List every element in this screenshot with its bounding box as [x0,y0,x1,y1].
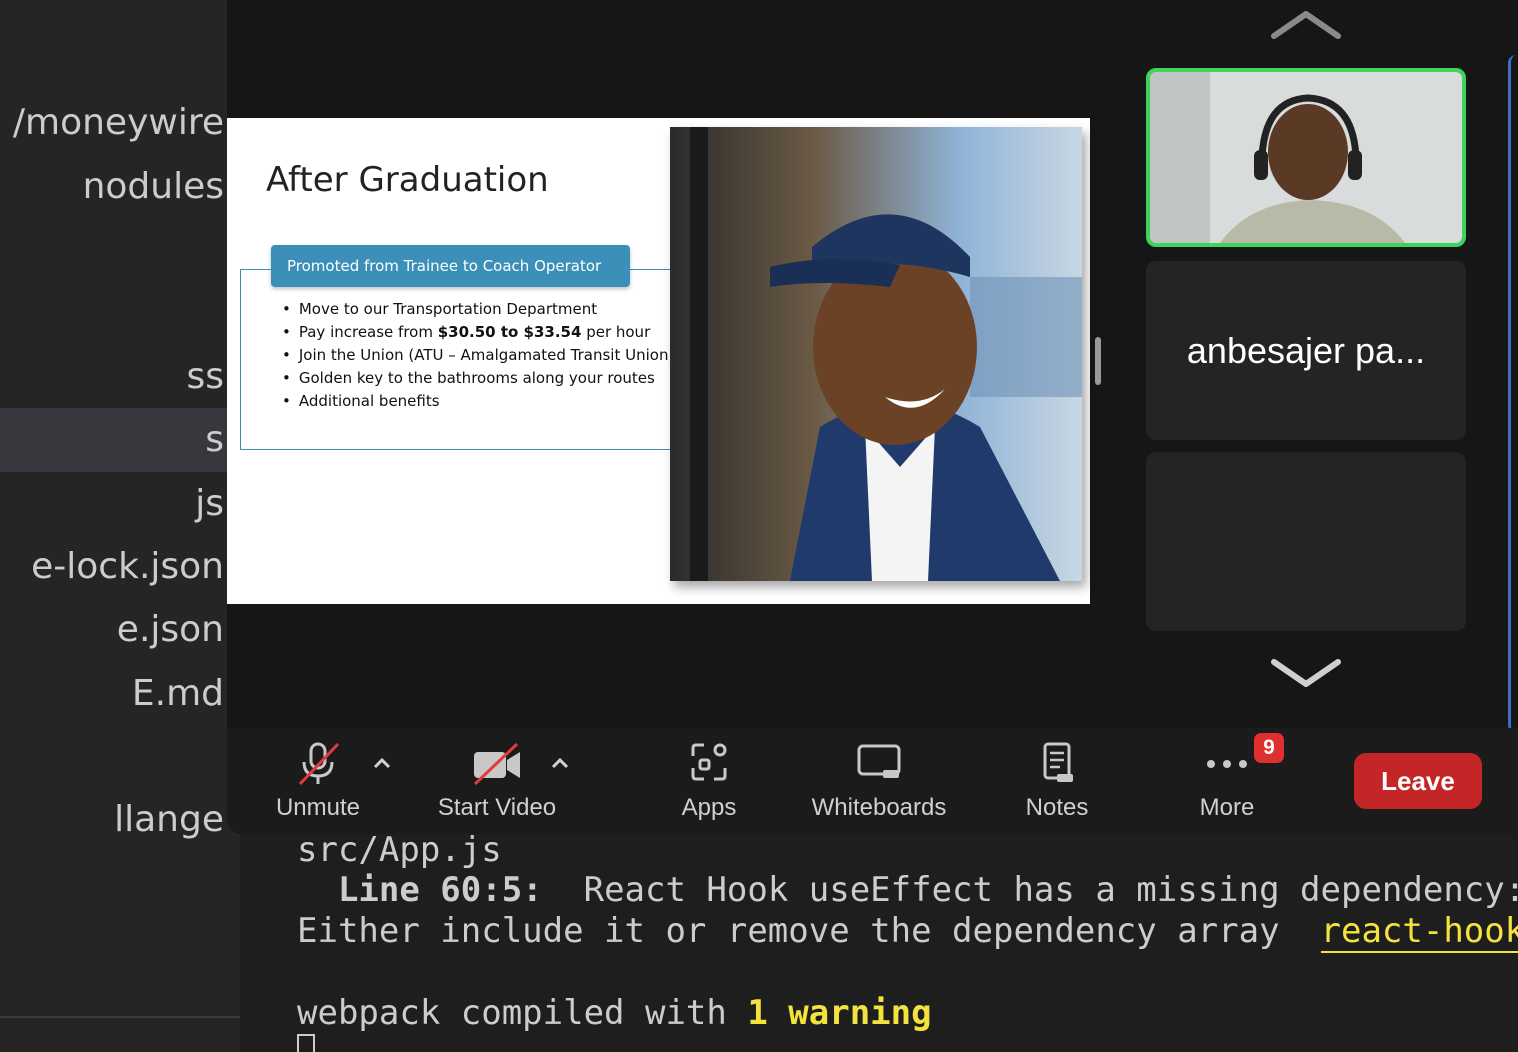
apps-label: Apps [681,794,737,821]
unmute-label: Unmute [275,794,361,821]
meeting-toolbar: Unmute Start Video Apps Whiteboards Note… [227,728,1518,834]
slide-bullet: Additional benefits [282,390,674,413]
microphone-muted-icon [298,742,340,786]
more-label: More [1199,794,1255,821]
slide-bullet: Join the Union (ATU – Amalgamated Transi… [282,344,674,367]
whiteboards-label: Whiteboards [811,794,947,821]
terminal-compiled-prefix: webpack compiled with [297,993,748,1033]
explorer-file-label: ss [186,356,224,397]
terminal-either-text: Either include it or remove the dependen… [297,911,1321,951]
participant-tile-empty[interactable] [1146,452,1466,631]
more-dots-icon [1207,760,1247,768]
explorer-file-label: s [205,419,224,460]
participant-video-feed [1150,72,1462,243]
terminal-file-line: src/App.js [297,830,502,870]
video-camera-off-icon [473,742,520,786]
apps-button[interactable]: Apps [659,728,759,834]
explorer-file-label: e.json [116,609,224,650]
chevron-up-icon[interactable] [1270,8,1342,42]
terminal-line-ref: Line 60:5: [337,870,543,910]
explorer-file-label: e-lock.json [31,546,224,587]
explorer-file-item[interactable]: /moneywire [0,91,240,155]
slide-bullet-list: Move to our Transportation Department Pa… [282,298,674,413]
notes-button[interactable]: Notes [1007,728,1107,834]
whiteboard-icon [857,744,901,778]
zoom-meeting-window: After Graduation Promoted from Trainee t… [227,0,1518,834]
slide-bullet: Move to our Transportation Department [282,298,674,321]
explorer-file-label: /moneywire [12,102,224,143]
terminal-cursor [297,1028,315,1052]
slide-photo-smiling-driver [670,127,1082,581]
start-video-button[interactable]: Start Video [427,728,567,834]
explorer-file-item[interactable]: E.md [0,662,240,726]
video-options-chevron-up-icon[interactable] [550,754,570,774]
explorer-file-item[interactable]: nodules [0,155,240,219]
unmute-button[interactable]: Unmute [263,728,373,834]
terminal-rule-link[interactable]: react-hooks [1320,911,1518,953]
explorer-file-item[interactable]: e-lock.json [0,535,240,599]
whiteboards-button[interactable]: Whiteboards [804,728,954,834]
audio-options-chevron-up-icon[interactable] [372,754,392,774]
file-explorer-sidebar: /moneywire nodules ss s js e-lock.json e.json E… [0,0,240,1052]
terminal-compiled-line: webpack compiled with 1 warning [297,993,932,1033]
participant-tile-name[interactable]: anbesajer pa... [1146,261,1466,440]
explorer-file-item[interactable]: s [0,408,240,472]
participant-name: anbesajer pa... [1186,329,1426,371]
explorer-file-label: E.md [131,673,224,714]
split-view-drag-handle[interactable] [1095,337,1101,385]
start-video-label: Start Video [437,794,557,821]
explorer-file-item[interactable]: llange [0,788,240,852]
explorer-file-label: js [195,483,224,524]
explorer-file-item[interactable]: ss [0,345,240,409]
explorer-file-label: llange [114,799,224,840]
shared-slide: After Graduation Promoted from Trainee t… [227,118,1090,604]
window-edge-highlight [1508,55,1518,733]
notes-label: Notes [1025,794,1089,821]
terminal-warning-text: React Hook useEffect has a missing depen… [542,870,1518,910]
terminal-either-line: Either include it or remove the dependen… [297,911,1518,953]
terminal-compiled-warn: 1 warning [747,993,932,1033]
participant-tile-video[interactable] [1146,68,1466,247]
apps-icon [691,743,727,781]
chevron-down-icon[interactable] [1270,656,1342,690]
notes-icon [1043,742,1073,782]
terminal-warning-line: Line 60:5: React Hook useEffect has a mi… [297,870,1518,910]
leave-meeting-button[interactable]: Leave [1354,753,1482,809]
slide-title: After Graduation [266,160,549,200]
explorer-file-item[interactable]: e.json [0,598,240,662]
terminal-panel[interactable]: src/App.js Line 60:5: React Hook useEffe… [240,830,1518,1052]
explorer-file-item[interactable]: js [0,472,240,536]
slide-bullet: Pay increase from $30.50 to $33.54 per h… [282,321,674,344]
explorer-file-label: nodules [82,166,224,207]
slide-bullet: Golden key to the bathrooms along your r… [282,367,674,390]
more-notification-badge: 9 [1254,733,1284,763]
sidebar-divider [0,1016,240,1018]
slide-box-header: Promoted from Trainee to Coach Operator [271,245,630,287]
